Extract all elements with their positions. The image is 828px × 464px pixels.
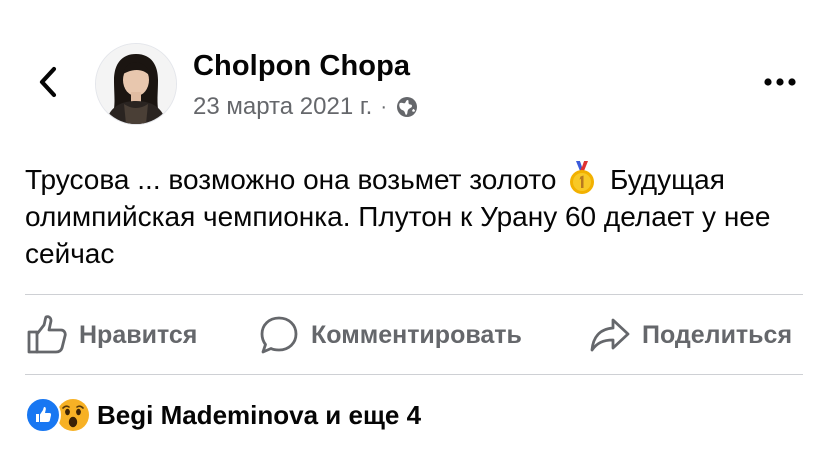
globe-icon bbox=[395, 95, 419, 119]
reactions-summary-text: Begi Mademinova и еще 4 bbox=[97, 399, 422, 430]
avatar-image bbox=[96, 44, 176, 124]
more-options-button[interactable] bbox=[760, 64, 800, 100]
reactions-summary[interactable]: Begi Mademinova и еще 4 bbox=[25, 395, 421, 435]
reaction-icons bbox=[25, 397, 91, 433]
comment-bubble-icon bbox=[257, 313, 301, 357]
comment-button[interactable]: Комментировать bbox=[257, 310, 522, 360]
post-meta: 23 марта 2021 г. · bbox=[193, 93, 419, 121]
author-name[interactable]: Cholpon Chopa bbox=[193, 50, 410, 83]
1st-place-medal-icon bbox=[568, 161, 596, 195]
like-label: Нравится bbox=[79, 320, 198, 349]
thumbs-up-icon bbox=[25, 313, 69, 357]
like-button[interactable]: Нравится bbox=[25, 310, 197, 360]
post-date[interactable]: 23 марта 2021 г. bbox=[193, 93, 372, 121]
more-horizontal-icon bbox=[764, 78, 796, 86]
share-label: Поделиться bbox=[642, 320, 793, 349]
divider-bottom bbox=[25, 374, 803, 375]
post-page: Cholpon Chopa 23 марта 2021 г. · Трусова… bbox=[0, 0, 828, 464]
share-button[interactable]: Поделиться bbox=[588, 310, 792, 360]
chevron-left-icon bbox=[39, 66, 57, 98]
comment-label: Комментировать bbox=[311, 320, 522, 349]
post-text: Трусова ... возможно она возьмет золото … bbox=[25, 161, 815, 272]
avatar[interactable] bbox=[95, 43, 177, 125]
meta-separator: · bbox=[380, 95, 387, 118]
post-text-part-1: Трусова ... возможно она возьмет золото bbox=[25, 164, 565, 195]
back-button[interactable] bbox=[30, 62, 66, 102]
like-reaction-icon bbox=[25, 397, 61, 433]
divider-top bbox=[25, 294, 803, 295]
share-arrow-icon bbox=[588, 313, 632, 357]
